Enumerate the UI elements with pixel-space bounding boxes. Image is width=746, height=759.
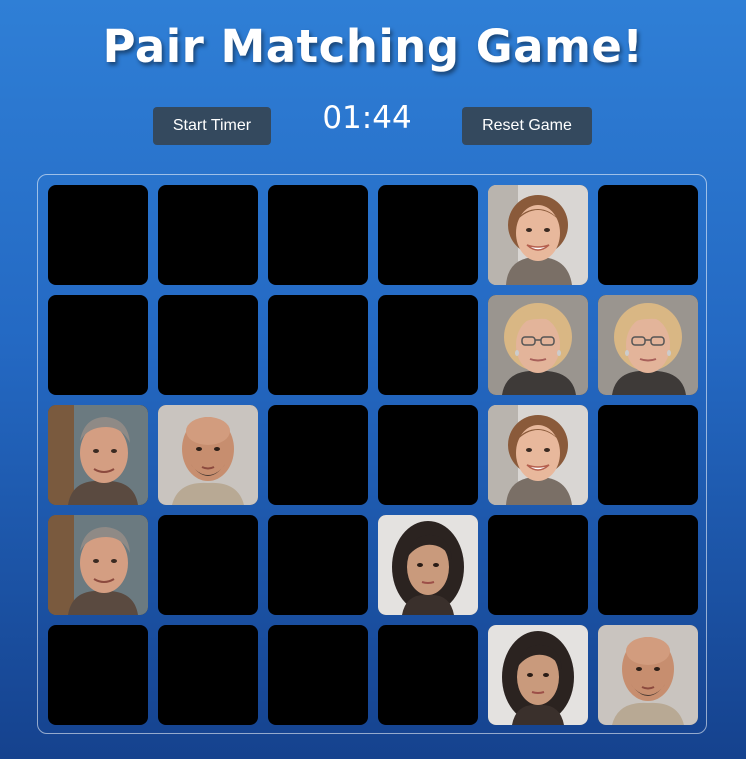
card-hidden[interactable] (158, 185, 258, 285)
card-hidden[interactable] (268, 405, 368, 505)
card-hidden[interactable] (378, 625, 478, 725)
card-hidden[interactable] (598, 185, 698, 285)
game-title: Pair Matching Game! (102, 20, 644, 73)
card-hidden[interactable] (158, 295, 258, 395)
card-revealed[interactable] (378, 515, 478, 615)
card-hidden[interactable] (598, 515, 698, 615)
dark-haired-woman-face (378, 515, 478, 615)
card-hidden[interactable] (268, 515, 368, 615)
smiling-woman-face (488, 185, 588, 285)
bald-man-face (158, 405, 258, 505)
older-man-face (48, 515, 148, 615)
card-hidden[interactable] (378, 185, 478, 285)
card-revealed[interactable] (488, 405, 588, 505)
timer-display: 01:44 (322, 100, 412, 136)
older-man-face (48, 405, 148, 505)
card-hidden[interactable] (268, 295, 368, 395)
older-woman-glasses-face (488, 295, 588, 395)
card-hidden[interactable] (48, 185, 148, 285)
dark-haired-woman-face (488, 625, 588, 725)
card-hidden[interactable] (378, 295, 478, 395)
card-revealed[interactable] (598, 625, 698, 725)
card-hidden[interactable] (158, 625, 258, 725)
card-hidden[interactable] (268, 185, 368, 285)
smiling-woman-face (488, 405, 588, 505)
card-hidden[interactable] (158, 515, 258, 615)
reset-game-button[interactable]: Reset Game (462, 107, 592, 145)
card-hidden[interactable] (48, 625, 148, 725)
card-revealed[interactable] (48, 515, 148, 615)
card-revealed[interactable] (48, 405, 148, 505)
card-revealed[interactable] (488, 185, 588, 285)
card-hidden[interactable] (598, 405, 698, 505)
card-revealed[interactable] (488, 625, 588, 725)
card-revealed[interactable] (158, 405, 258, 505)
card-revealed[interactable] (598, 295, 698, 395)
card-hidden[interactable] (488, 515, 588, 615)
card-hidden[interactable] (268, 625, 368, 725)
start-timer-button[interactable]: Start Timer (153, 107, 271, 145)
card-hidden[interactable] (48, 295, 148, 395)
game-board (37, 174, 707, 734)
bald-man-face (598, 625, 698, 725)
card-hidden[interactable] (378, 405, 478, 505)
card-revealed[interactable] (488, 295, 588, 395)
older-woman-glasses-face (598, 295, 698, 395)
